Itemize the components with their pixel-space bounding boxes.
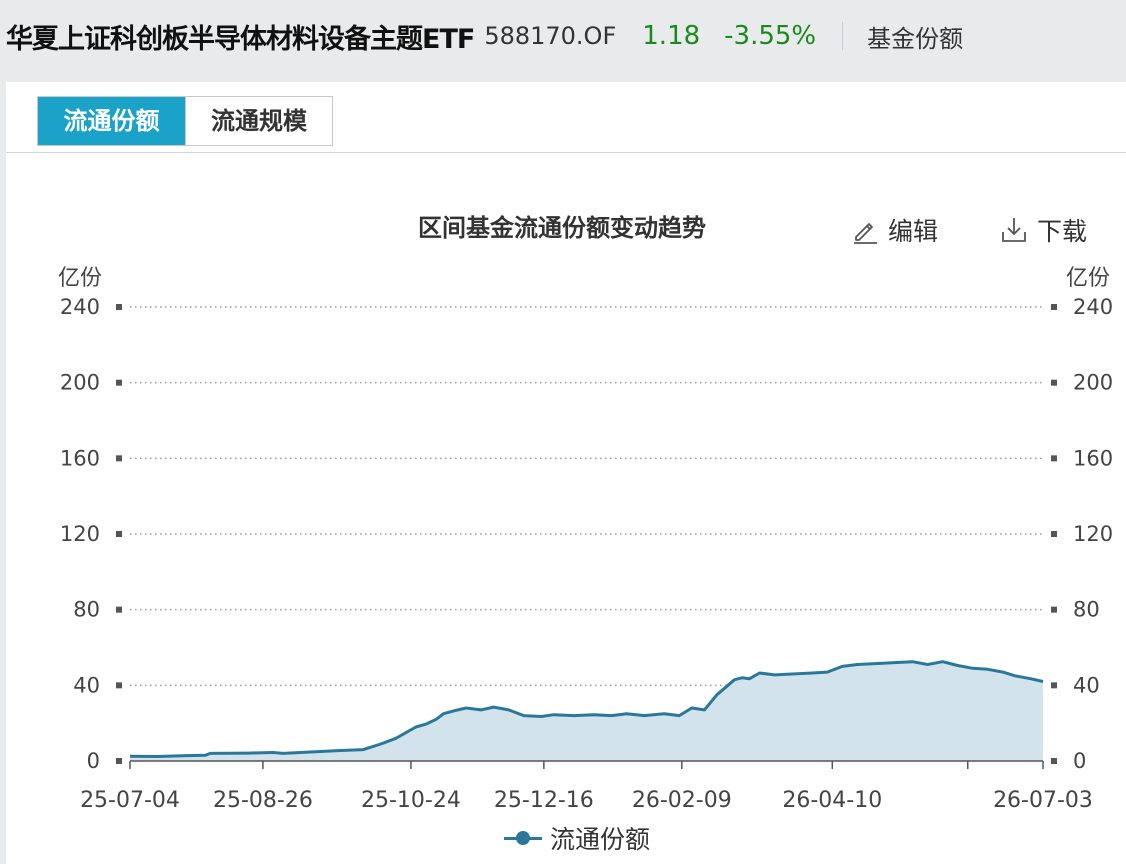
x-tick-label: 25-12-16 bbox=[494, 788, 594, 813]
y-tick-label-left: 120 bbox=[60, 522, 100, 546]
y-tick-mark-left bbox=[116, 379, 122, 386]
y-tick-label-left: 240 bbox=[60, 295, 100, 319]
y-tick-mark-left bbox=[116, 758, 122, 764]
chart-panel: 流通份额 流通规模 区间基金流通份额变动趋势 编辑 下载 亿份 亿份 0 0 40 4… bbox=[6, 82, 1126, 864]
y-tick-mark-right bbox=[1051, 379, 1057, 386]
y-tick-mark-right bbox=[1051, 606, 1057, 613]
x-tick-label: 26-04-10 bbox=[782, 788, 882, 813]
y-tick-mark-left bbox=[116, 531, 122, 537]
y-tick-mark-left bbox=[116, 455, 122, 462]
y-tick-label-left: 160 bbox=[60, 446, 100, 470]
legend-item[interactable]: 流通份额 bbox=[504, 820, 650, 856]
y-tick-label-left: 0 bbox=[87, 749, 100, 773]
section-label: 基金份额 bbox=[867, 24, 964, 53]
y-tick-label-right: 80 bbox=[1073, 598, 1100, 622]
series-area bbox=[130, 661, 1043, 761]
y-tick-label-right: 200 bbox=[1073, 371, 1113, 395]
y-tick-mark-right bbox=[1051, 682, 1057, 689]
fund-code: 588170.OF bbox=[484, 22, 617, 50]
y-tick-mark-left bbox=[116, 304, 122, 310]
fund-price: 1.18 bbox=[642, 21, 701, 51]
y-tick-label-right: 240 bbox=[1073, 295, 1113, 319]
y-tick-label-right: 120 bbox=[1073, 522, 1113, 546]
chart-plot: 0 0 40 40 80 80 120 120 160 160 200 200 240 240 25-07-… bbox=[60, 295, 1113, 813]
y-tick-mark-left bbox=[116, 606, 122, 613]
x-tick-label: 26-07-03 bbox=[993, 788, 1093, 813]
y-tick-label-right: 40 bbox=[1073, 673, 1100, 697]
y-tick-mark-right bbox=[1051, 758, 1057, 764]
x-tick-label: 25-08-26 bbox=[213, 788, 313, 813]
y-tick-mark-right bbox=[1051, 455, 1057, 462]
x-tick-label: 26-02-09 bbox=[632, 788, 732, 813]
y-tick-label-left: 40 bbox=[73, 673, 100, 697]
legend-swatch bbox=[504, 830, 542, 846]
x-tick-label: 25-07-04 bbox=[80, 788, 180, 813]
legend-label: 流通份额 bbox=[550, 825, 651, 854]
y-tick-label-right: 160 bbox=[1073, 446, 1113, 470]
fund-header: 华夏上证科创板半导体材料设备主题ETF 588170.OF 1.18 -3.55… bbox=[0, 0, 1126, 72]
y-tick-mark-right bbox=[1051, 531, 1057, 537]
y-tick-mark-right bbox=[1051, 304, 1057, 310]
y-tick-label-right: 0 bbox=[1073, 749, 1086, 773]
fund-change-percent: -3.55% bbox=[724, 21, 817, 51]
fund-name: 华夏上证科创板半导体材料设备主题ETF bbox=[6, 23, 475, 55]
x-tick-label: 25-10-24 bbox=[361, 788, 461, 813]
y-tick-label-left: 80 bbox=[73, 598, 100, 622]
y-tick-mark-left bbox=[116, 682, 122, 689]
y-tick-label-left: 200 bbox=[60, 371, 100, 395]
header-divider bbox=[842, 22, 844, 50]
